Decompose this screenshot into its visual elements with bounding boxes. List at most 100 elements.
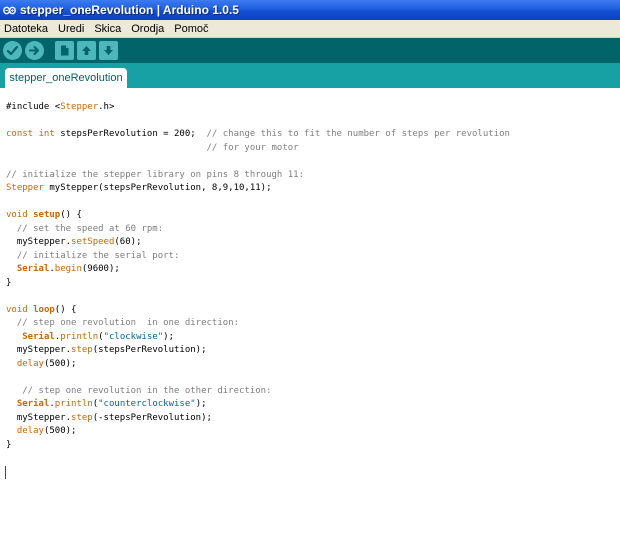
code-line[interactable]: void setup() { — [6, 209, 510, 223]
code-text[interactable]: #include <Stepper.h> const int stepsPerRe… — [6, 101, 510, 466]
code-token: "clockwise" — [103, 331, 164, 342]
code-line[interactable]: myStepper.setSpeed(60); — [6, 236, 510, 250]
code-token: "counterclockwise" — [98, 399, 196, 409]
code-token: delay — [16, 358, 44, 369]
text-cursor — [5, 465, 6, 479]
code-token: } — [6, 439, 12, 450]
tab-sketch[interactable]: stepper_oneRevolution — [5, 68, 127, 88]
code-token: step — [71, 412, 93, 423]
code-line[interactable]: myStepper.step(stepsPerRevolution); — [6, 344, 510, 358]
arrow-down-icon — [104, 46, 113, 55]
code-token: println — [54, 399, 93, 409]
open-button[interactable] — [77, 41, 96, 60]
code-token: .h> — [98, 102, 115, 112]
new-file-icon — [61, 45, 69, 56]
code-line[interactable]: void loop() { — [6, 304, 510, 318]
code-line[interactable]: // initialize the stepper library on pin… — [6, 169, 510, 183]
code-line[interactable]: } — [6, 277, 510, 291]
code-token: setup — [33, 210, 61, 220]
code-token: myStepper. — [6, 237, 72, 247]
toolbar — [0, 38, 620, 63]
code-token: (500); — [43, 358, 77, 369]
code-line[interactable] — [6, 115, 510, 129]
code-token: stepsPerRevolution = 200; — [54, 129, 207, 139]
menu-sketch[interactable]: Skica — [89, 23, 126, 35]
code-line[interactable]: // initialize the serial port: — [6, 250, 510, 264]
code-token: #include < — [6, 102, 61, 112]
code-line[interactable]: delay(500); — [6, 425, 510, 439]
code-line[interactable]: #include <Stepper.h> — [6, 101, 510, 115]
code-token: // change this to fit the number of step… — [206, 129, 510, 139]
code-token: (500); — [43, 426, 77, 436]
code-line[interactable]: Serial.println("clockwise"); — [6, 331, 510, 345]
code-token: begin — [54, 264, 82, 274]
menu-help[interactable]: Pomoč — [169, 23, 213, 35]
code-line[interactable] — [6, 452, 510, 466]
code-token: // initialize the stepper library on pin… — [6, 169, 305, 180]
code-token: (9600); — [81, 264, 120, 274]
code-line[interactable]: const int stepsPerRevolution = 200; // c… — [6, 128, 510, 142]
code-token: Stepper — [6, 183, 44, 193]
code-line[interactable]: } — [6, 439, 510, 453]
code-token: ); — [163, 331, 175, 342]
code-line[interactable]: Serial.println("counterclockwise"); — [6, 398, 510, 412]
arrow-up-icon — [82, 46, 91, 55]
code-token: // for your motor — [6, 142, 299, 153]
code-token: int — [38, 129, 55, 139]
code-line[interactable] — [6, 371, 510, 385]
upload-button[interactable] — [25, 41, 44, 60]
code-line[interactable]: myStepper.step(-stepsPerRevolution); — [6, 412, 510, 426]
code-token: ); — [195, 399, 207, 409]
verify-button[interactable] — [3, 41, 22, 60]
code-token: void — [6, 210, 28, 220]
code-token: // initialize the serial port: — [16, 250, 180, 261]
code-token: // set the speed at 60 rpm: — [16, 223, 164, 234]
code-line[interactable] — [6, 290, 510, 304]
code-token: myStepper(stepsPerRevolution, 8,9,10,11)… — [43, 183, 272, 193]
save-button[interactable] — [99, 41, 118, 60]
code-editor[interactable]: #include <Stepper.h> const int stepsPerRe… — [0, 88, 620, 533]
checkmark-icon — [6, 45, 19, 56]
code-line[interactable] — [6, 196, 510, 210]
code-line[interactable]: delay(500); — [6, 358, 510, 372]
menu-file[interactable]: Datoteka — [0, 23, 53, 35]
code-token: void — [6, 304, 28, 315]
code-line[interactable] — [6, 155, 510, 169]
code-token: () { — [54, 304, 77, 315]
code-token: delay — [16, 426, 44, 436]
code-token: () { — [60, 210, 82, 220]
code-line[interactable]: // step one revolution in the other dire… — [6, 385, 510, 399]
tab-strip: stepper_oneRevolution — [0, 63, 620, 88]
code-token: setSpeed — [71, 237, 115, 247]
code-token: Serial — [16, 399, 50, 409]
code-token: (stepsPerRevolution); — [92, 345, 207, 355]
code-token: myStepper. — [6, 412, 72, 423]
menu-tools[interactable]: Orodja — [126, 23, 169, 35]
code-token: // step one revolution in one direction: — [16, 318, 240, 328]
code-line[interactable]: // step one revolution in one direction: — [6, 317, 510, 331]
menu-edit[interactable]: Uredi — [53, 23, 89, 35]
code-line[interactable]: Stepper myStepper(stepsPerRevolution, 8,… — [6, 182, 510, 196]
code-token: const — [6, 129, 34, 139]
code-token: Serial — [22, 331, 55, 342]
code-token: step — [71, 345, 93, 355]
code-token: // step one revolution in the other dire… — [22, 385, 272, 396]
code-token: println — [60, 331, 99, 342]
new-button[interactable] — [55, 41, 74, 60]
code-token: (-stepsPerRevolution); — [92, 412, 212, 423]
code-line[interactable]: // set the speed at 60 rpm: — [6, 223, 510, 237]
code-line[interactable]: // for your motor — [6, 142, 510, 156]
code-token: (60); — [114, 237, 142, 247]
arrow-right-icon — [29, 46, 39, 55]
window-title: stepper_oneRevolution | Arduino 1.0.5 — [20, 3, 239, 17]
code-line[interactable]: Serial.begin(9600); — [6, 263, 510, 277]
